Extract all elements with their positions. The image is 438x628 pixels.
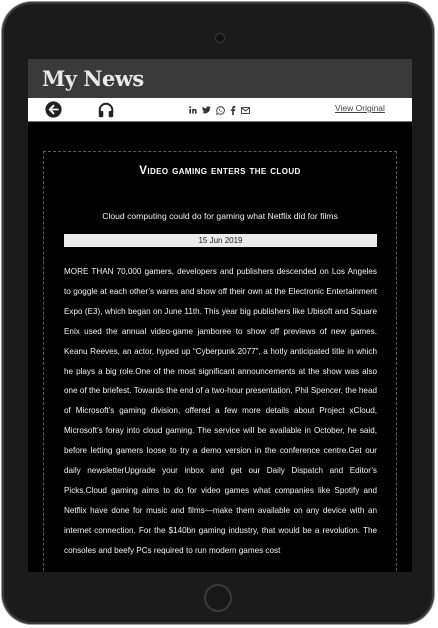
whatsapp-icon[interactable] [216,105,225,115]
article-date: 15 Jun 2019 [64,234,377,247]
article-headline: Video gaming enters the cloud [139,165,301,177]
article-body: MORE THAN 70,000 gamers, developers and … [64,267,377,555]
headphones-icon[interactable] [97,101,115,119]
linkedin-icon[interactable] [189,106,197,114]
view-original-link[interactable]: View Original [335,103,385,113]
twitter-icon[interactable] [202,106,211,114]
back-arrow-icon[interactable] [45,101,62,118]
article-toolbar: View Original [28,98,412,122]
tablet-frame: My News View Original Video gaming enter… [2,2,434,624]
article-card: Video gaming enters the cloud Cloud comp… [43,151,397,572]
share-links [189,104,250,116]
email-icon[interactable] [241,106,250,114]
app-screen: My News View Original Video gaming enter… [28,59,412,572]
camera-lens [215,33,225,43]
home-button[interactable] [204,584,232,612]
app-header: My News [28,59,412,98]
app-title: My News [42,66,144,91]
facebook-icon[interactable] [230,105,236,115]
article-subtitle: Cloud computing could do for gaming what… [102,211,338,221]
